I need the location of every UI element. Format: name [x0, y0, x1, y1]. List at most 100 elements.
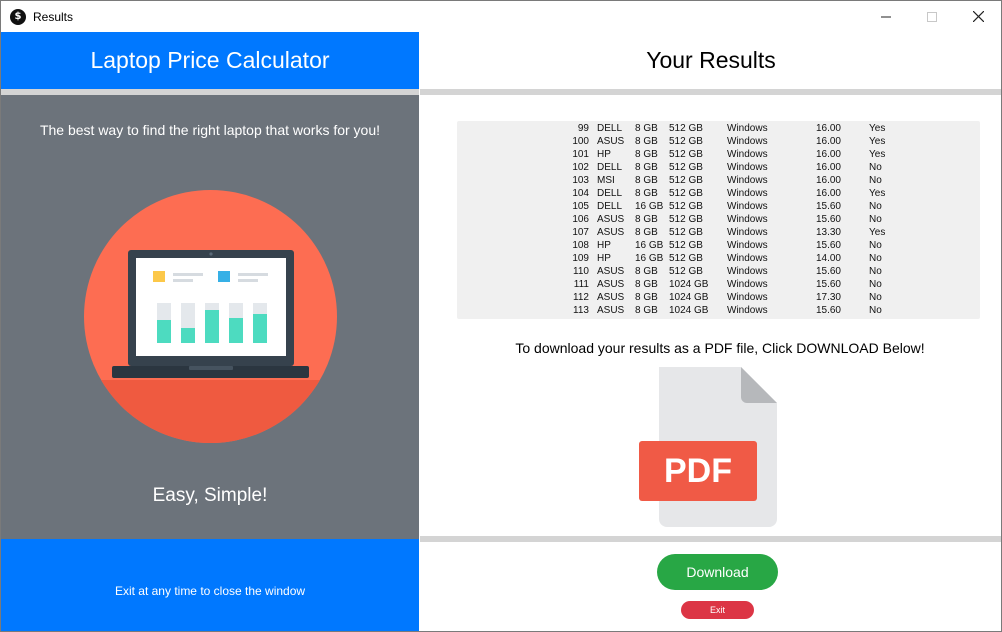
result-ssd: 512 GB [669, 227, 703, 238]
result-ssd: 512 GB [669, 123, 703, 134]
result-id: 107 [572, 227, 589, 238]
result-os: Windows [727, 136, 768, 147]
result-id: 105 [572, 201, 589, 212]
result-brand: DELL [597, 201, 623, 212]
result-id: 110 [573, 266, 589, 277]
result-screen: 16.00 [815, 136, 841, 147]
result-touch: No [869, 162, 882, 173]
result-screen: 15.60 [815, 279, 841, 290]
result-row: 99 DELL 8 GB 512 GB Windows 16.00 Yes [457, 122, 909, 135]
result-row: 101 HP 8 GB 512 GB Windows 16.00 Yes [457, 148, 909, 161]
result-ssd: 1024 GB [669, 292, 709, 303]
result-row: 113 ASUS 8 GB 1024 GB Windows 15.60 No [457, 304, 909, 317]
result-ram: 8 GB [635, 123, 658, 134]
results-title: Your Results [420, 32, 1001, 89]
minimize-button[interactable] [863, 1, 909, 32]
result-ram: 16 GB [635, 201, 664, 212]
left-footer: Exit at any time to close the window [1, 539, 419, 631]
result-id: 102 [572, 162, 589, 173]
result-ssd: 1024 GB [669, 279, 709, 290]
result-os: Windows [727, 201, 768, 212]
result-ssd: 1024 GB [669, 305, 709, 316]
result-id: 111 [573, 279, 589, 290]
left-header: Laptop Price Calculator [1, 32, 419, 89]
result-id: 106 [572, 214, 589, 225]
result-row: 106 ASUS 8 GB 512 GB Windows 15.60 No [457, 213, 909, 226]
result-id: 109 [572, 253, 589, 264]
result-row: 105 DELL 16 GB 512 GB Windows 15.60 No [457, 200, 909, 213]
result-row: 112 ASUS 8 GB 1024 GB Windows 17.30 No [457, 291, 909, 304]
exit-button[interactable]: Exit [681, 601, 754, 619]
result-ram: 8 GB [635, 162, 658, 173]
result-ram: 16 GB [635, 253, 664, 264]
result-ram: 8 GB [635, 227, 658, 238]
result-row: 102 DELL 8 GB 512 GB Windows 16.00 No [457, 161, 909, 174]
maximize-button[interactable] [909, 1, 955, 32]
result-row: 107 ASUS 8 GB 512 GB Windows 13.30 Yes [457, 226, 909, 239]
result-screen: 13.30 [815, 227, 841, 238]
result-row: 100 ASUS 8 GB 512 GB Windows 16.00 Yes [457, 135, 909, 148]
result-ssd: 512 GB [669, 214, 703, 225]
results-window: $ Results Laptop Price Calculator The be… [0, 0, 1002, 632]
result-id: 108 [572, 240, 589, 251]
laptop-illustration-icon [84, 190, 337, 443]
result-os: Windows [727, 123, 768, 134]
result-touch: No [869, 253, 882, 264]
result-os: Windows [727, 240, 768, 251]
result-ssd: 512 GB [669, 175, 703, 186]
result-brand: DELL [597, 123, 623, 134]
result-screen: 16.00 [815, 162, 841, 173]
result-touch: No [869, 266, 882, 277]
result-id: 103 [572, 175, 589, 186]
minimize-icon [881, 16, 891, 17]
result-row: 108 HP 16 GB 512 GB Windows 15.60 No [457, 239, 909, 252]
result-touch: Yes [869, 227, 886, 238]
result-id: 112 [573, 292, 589, 303]
result-screen: 15.60 [815, 266, 841, 277]
result-os: Windows [727, 279, 768, 290]
slogan: Easy, Simple! [152, 485, 268, 506]
result-ram: 8 GB [635, 149, 658, 160]
result-ssd: 512 GB [669, 149, 703, 160]
divider [420, 89, 1001, 95]
close-button[interactable] [955, 1, 1001, 32]
result-os: Windows [727, 214, 768, 225]
result-os: Windows [727, 305, 768, 316]
result-brand: DELL [597, 188, 623, 199]
window-controls [863, 1, 1001, 32]
result-screen: 15.60 [815, 214, 841, 225]
result-os: Windows [727, 149, 768, 160]
result-brand: HP [597, 149, 611, 160]
result-touch: No [869, 279, 882, 290]
result-brand: HP [597, 240, 611, 251]
result-brand: ASUS [597, 227, 625, 238]
result-os: Windows [727, 227, 768, 238]
result-row: 111 ASUS 8 GB 1024 GB Windows 15.60 No [457, 278, 909, 291]
result-id: 101 [572, 149, 589, 160]
result-ram: 8 GB [635, 266, 658, 277]
result-touch: Yes [869, 149, 886, 160]
result-brand: ASUS [597, 214, 625, 225]
result-os: Windows [727, 175, 768, 186]
result-id: 100 [572, 136, 589, 147]
result-brand: ASUS [597, 136, 625, 147]
result-os: Windows [727, 292, 768, 303]
result-ssd: 512 GB [669, 201, 703, 212]
dollar-icon: $ [10, 8, 26, 25]
title-bar: $ Results [1, 1, 1001, 32]
download-instructions: To download your results as a PDF file, … [515, 340, 925, 356]
result-brand: DELL [597, 162, 623, 173]
result-screen: 16.00 [815, 175, 841, 186]
results-list[interactable]: 99 DELL 8 GB 512 GB Windows 16.00 Yes 100 ASUS 8 … [457, 121, 980, 319]
maximize-icon [927, 11, 937, 22]
result-screen: 16.00 [815, 123, 841, 134]
left-panel: The best way to find the right laptop th… [1, 95, 419, 539]
result-touch: No [869, 214, 882, 225]
download-button[interactable]: Download [657, 554, 778, 590]
close-icon [972, 11, 984, 22]
result-screen: 16.00 [815, 149, 841, 160]
result-ssd: 512 GB [669, 253, 703, 264]
result-brand: HP [597, 253, 611, 264]
pdf-label: PDF [664, 452, 732, 490]
result-ram: 8 GB [635, 305, 658, 316]
